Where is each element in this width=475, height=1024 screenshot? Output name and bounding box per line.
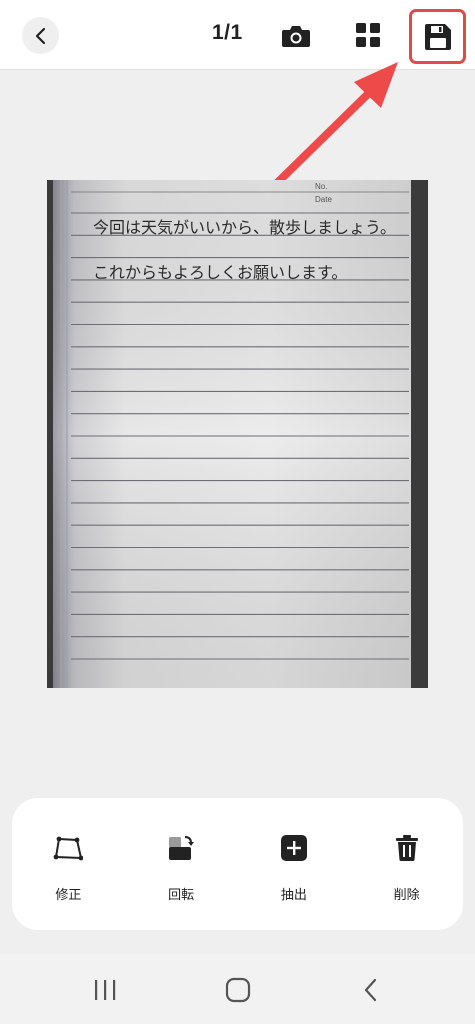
- crop-adjust-icon: [52, 832, 84, 864]
- tool-extract[interactable]: 抽出: [238, 798, 351, 930]
- tool-label-delete: 削除: [393, 888, 420, 903]
- trash-icon: [391, 832, 423, 864]
- system-navigation-bar: [0, 954, 475, 1024]
- grid-icon: [356, 23, 380, 47]
- save-button[interactable]: [409, 9, 466, 64]
- tool-label-crop: 修正: [55, 888, 82, 903]
- notebook-no-label: No.: [315, 182, 327, 191]
- home-button[interactable]: [216, 970, 260, 1010]
- home-icon: [225, 977, 251, 1003]
- edit-tool-panel: 修正 回転 抽出 削除: [12, 798, 463, 930]
- handwritten-line-1: 今回は天気がいいから、散歩しましょう。: [93, 218, 396, 237]
- back-button[interactable]: [22, 17, 59, 54]
- recent-apps-button[interactable]: [83, 970, 127, 1010]
- system-back-button[interactable]: [349, 970, 393, 1010]
- rotate-icon: [165, 832, 197, 864]
- tool-label-rotate: 回転: [168, 888, 195, 903]
- document-image: No. Date 今回は天気がいいから、散歩しましょう。 これからもよろしくお願…: [47, 180, 428, 688]
- tool-rotate[interactable]: 回転: [125, 798, 238, 930]
- camera-icon: [282, 26, 310, 47]
- page-counter: 1/1: [212, 21, 243, 44]
- tool-delete[interactable]: 削除: [350, 798, 463, 930]
- notebook-photo: No. Date 今回は天気がいいから、散歩しましょう。 これからもよろしくお願…: [47, 180, 428, 688]
- back-icon: [364, 978, 377, 1002]
- tool-crop-adjust[interactable]: 修正: [12, 798, 125, 930]
- tool-label-extract: 抽出: [280, 888, 307, 903]
- recent-apps-icon: [95, 980, 116, 1000]
- floppy-disk-save-icon: [424, 23, 451, 50]
- camera-button[interactable]: [280, 20, 312, 52]
- grid-view-button[interactable]: [352, 19, 384, 51]
- handwritten-line-2: これからもよろしくお願いします。: [93, 263, 347, 282]
- add-extract-icon: [278, 832, 310, 864]
- notebook-date-label: Date: [315, 195, 332, 204]
- chevron-left-icon: [35, 27, 45, 44]
- top-bar: 1/1: [0, 0, 475, 70]
